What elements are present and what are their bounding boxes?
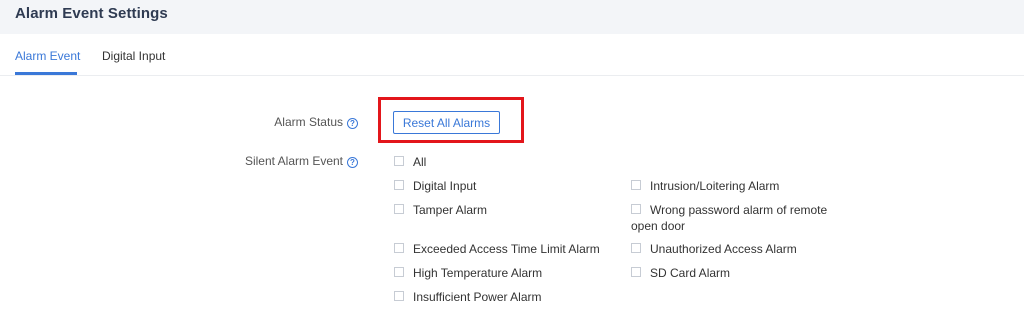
silent-alarm-event-label-row: Silent Alarm Event? — [245, 154, 358, 168]
checkbox-unauthorized-access[interactable]: Unauthorized Access Alarm — [631, 241, 797, 257]
checkbox-box[interactable] — [394, 180, 404, 190]
checkbox-tamper[interactable]: Tamper Alarm — [394, 202, 487, 218]
tab-digital-input[interactable]: Digital Input — [102, 49, 165, 63]
checkbox-intrusion-loitering[interactable]: Intrusion/Loitering Alarm — [631, 178, 779, 194]
checkbox-box[interactable] — [394, 204, 404, 214]
checkbox-all[interactable]: All — [394, 154, 426, 170]
checkbox-sd-card[interactable]: SD Card Alarm — [631, 265, 730, 281]
tab-bar: Alarm Event Digital Input — [0, 34, 1024, 76]
checkbox-box[interactable] — [631, 267, 641, 277]
alarm-status-label: Alarm Status — [274, 115, 343, 129]
checkbox-box[interactable] — [631, 180, 641, 190]
question-circle-icon[interactable]: ? — [347, 157, 358, 168]
checkbox-wrong-password-continued: open door — [631, 219, 686, 233]
question-circle-icon[interactable]: ? — [347, 118, 358, 129]
active-tab-indicator — [15, 72, 77, 75]
checkbox-wrong-password[interactable]: Wrong password alarm of remote — [631, 202, 827, 218]
checkbox-box[interactable] — [394, 156, 404, 166]
checkbox-exceeded-access-time[interactable]: Exceeded Access Time Limit Alarm — [394, 241, 600, 257]
checkbox-box[interactable] — [631, 243, 641, 253]
tab-alarm-event[interactable]: Alarm Event — [15, 49, 80, 63]
silent-alarm-event-label: Silent Alarm Event — [244, 154, 343, 168]
page-header: Alarm Event Settings — [0, 0, 1024, 34]
checkbox-insufficient-power[interactable]: Insufficient Power Alarm — [394, 289, 542, 305]
checkbox-box[interactable] — [631, 204, 641, 214]
checkbox-box[interactable] — [394, 243, 404, 253]
checkbox-box[interactable] — [394, 291, 404, 301]
reset-all-alarms-button[interactable]: Reset All Alarms — [393, 111, 500, 134]
alarm-status-label-row: Alarm Status? — [274, 115, 358, 129]
checkbox-high-temperature[interactable]: High Temperature Alarm — [394, 265, 542, 281]
checkbox-digital-input[interactable]: Digital Input — [394, 178, 476, 194]
page-title: Alarm Event Settings — [15, 5, 168, 22]
checkbox-box[interactable] — [394, 267, 404, 277]
